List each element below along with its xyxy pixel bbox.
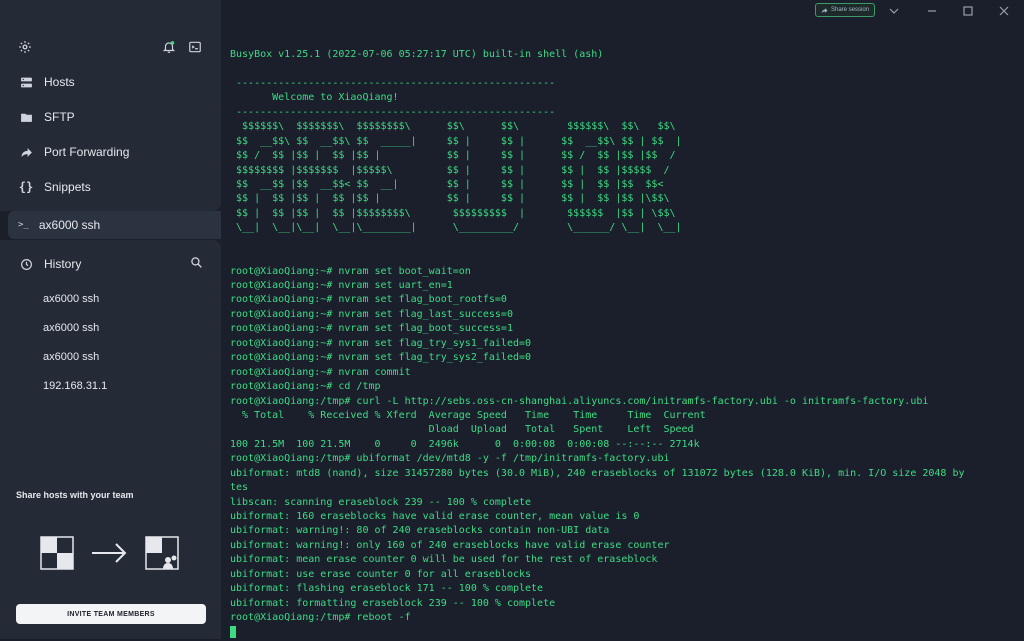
terminal-line: root@XiaoQiang:~# nvram set flag_last_su…	[230, 308, 513, 320]
terminal-line: tes	[230, 482, 249, 494]
terminal-line: root@XiaoQiang:~# nvram set flag_try_sys…	[230, 337, 532, 349]
share-session-label: Share session	[830, 7, 870, 13]
maximize-icon[interactable]	[962, 4, 974, 16]
terminal-line: 100 21.5M 100 21.5M 0 0 2496k 0 0:00:08 …	[230, 438, 700, 450]
sidebar-item-hosts[interactable]: Hosts	[0, 65, 221, 99]
terminal-line: root@XiaoQiang:~# nvram commit	[230, 366, 411, 378]
terminal-line: ubiformat: 160 eraseblocks have valid er…	[230, 511, 640, 522]
terminal-line: $$ | $$ |$$ | $$ |$$ | $$ | $$ | $$ | $$…	[230, 193, 670, 205]
arrow-right-icon	[92, 543, 127, 563]
hosts-icon	[18, 74, 34, 90]
sidebar-item-label: SFTP	[44, 110, 75, 124]
minimize-icon[interactable]	[926, 4, 938, 16]
terminal-line: root@XiaoQiang:~# nvram set uart_en=1	[230, 280, 453, 291]
terminal-line: % Total % Received % Xferd Average Speed…	[230, 409, 706, 421]
terminal-line: Welcome to XiaoQiang!	[230, 92, 399, 104]
terminal-line: root@XiaoQiang:~# nvram set flag_try_sys…	[230, 352, 532, 364]
terminal-line: root@XiaoQiang:/tmp# ubiformat /dev/mtd8…	[230, 453, 670, 465]
terminal-line: ubiformat: formatting eraseblock 239 -- …	[230, 597, 556, 609]
terminal-line: ----------------------------------------…	[230, 77, 556, 89]
terminal-line: root@XiaoQiang:~# nvram set boot_wait=on	[230, 265, 471, 277]
terminal-line: libscan: scanning eraseblock 239 -- 100 …	[230, 496, 532, 508]
history-panel: History ax6000 ssh ax6000 ssh ax6000 ssh…	[0, 240, 221, 639]
share-session-button[interactable]: Share session	[815, 3, 875, 17]
terminal-line: ubiformat: warning!: 80 of 240 erasebloc…	[230, 525, 610, 537]
forward-icon	[18, 144, 34, 160]
search-icon[interactable]	[190, 256, 203, 272]
history-header: History	[0, 254, 221, 274]
history-item[interactable]: ax6000 ssh	[43, 322, 99, 334]
history-title: History	[44, 257, 82, 271]
folder-icon	[18, 109, 34, 125]
history-icon	[18, 256, 34, 272]
grid-icon	[40, 536, 74, 570]
sidebar-item-label: Port Forwarding	[44, 145, 130, 159]
sidebar: Hosts SFTP Port Forwarding {} Snippets >…	[0, 0, 221, 639]
terminal-icon[interactable]	[188, 40, 206, 58]
terminal-line: ubiformat: mtd8 (nand), size 31457280 by…	[230, 467, 965, 479]
terminal-line: BusyBox v1.25.1 (2022-07-06 05:27:17 UTC…	[230, 49, 604, 60]
terminal-line: $$ __$$\ $$ __$$\ $$ _____| $$ | $$ | $$…	[230, 135, 682, 147]
sidebar-item-label: Snippets	[44, 180, 91, 194]
terminal-scrollbar[interactable]	[1020, 20, 1024, 639]
terminal-line: $$ __$$ |$$ __$$< $$ __| $$ | $$ | $$ | …	[230, 178, 664, 190]
sidebar-item-label: Hosts	[44, 75, 75, 89]
terminal-line: $$$$$$\ $$$$$$$\ $$$$$$$$\ $$\ $$\ $$$$$…	[230, 121, 676, 133]
active-session-label: ax6000 ssh	[38, 218, 101, 232]
terminal-line: Dload Upload Total Spent Left Speed	[230, 424, 694, 436]
share-hosts-title: Share hosts with your team	[16, 490, 134, 500]
terminal-pane[interactable]: Share session BusyBox v1.25.1 (2022-07-0…	[221, 0, 1024, 639]
terminal-output[interactable]: BusyBox v1.25.1 (2022-07-06 05:27:17 UTC…	[230, 48, 965, 641]
sidebar-nav-panel: Hosts SFTP Port Forwarding {} Snippets	[0, 0, 221, 211]
terminal-line: \__| \__|\__| \__|\________| \_________/…	[230, 222, 682, 234]
terminal-line: ubiformat: use erase counter 0 for all e…	[230, 568, 532, 580]
terminal-line: root@XiaoQiang:~# nvram set flag_boot_su…	[230, 323, 513, 335]
title-bar: Share session	[221, 0, 1024, 20]
terminal-line: ubiformat: flashing eraseblock 171 -- 10…	[230, 583, 544, 595]
terminal-line: ----------------------------------------…	[230, 106, 556, 118]
close-icon[interactable]	[998, 4, 1010, 16]
history-item[interactable]: ax6000 ssh	[43, 351, 99, 363]
history-item[interactable]: 192.168.31.1	[43, 380, 107, 392]
terminal-line: root@XiaoQiang:~# cd /tmp	[230, 381, 381, 393]
sidebar-item-port-forwarding[interactable]: Port Forwarding	[0, 135, 221, 169]
braces-icon: {}	[18, 180, 34, 194]
chevron-down-icon[interactable]	[888, 4, 900, 16]
terminal-line: root@XiaoQiang:~# nvram set flag_boot_ro…	[230, 294, 507, 306]
share-illustration	[40, 536, 180, 572]
terminal-line: root@XiaoQiang:/tmp# curl -L http://sebs…	[230, 395, 929, 407]
terminal-line: $$$$$$$$ |$$$$$$$ |$$$$$\ $$ | $$ | $$ |…	[230, 164, 670, 176]
terminal-line: ubiformat: warning!: only 160 of 240 era…	[230, 539, 670, 551]
gear-icon[interactable]	[18, 40, 36, 58]
sidebar-item-snippets[interactable]: {} Snippets	[0, 170, 221, 204]
share-icon	[821, 7, 828, 13]
terminal-cursor	[230, 625, 236, 638]
sidebar-toolbar	[18, 40, 203, 60]
sidebar-item-active-session[interactable]: >_ ax6000 ssh	[8, 211, 221, 239]
history-item[interactable]: ax6000 ssh	[43, 293, 99, 305]
bell-icon[interactable]	[162, 40, 180, 58]
terminal-line: ubiformat: mean erase counter 0 will be …	[230, 554, 658, 566]
sidebar-item-sftp[interactable]: SFTP	[0, 100, 221, 134]
prompt-icon: >_	[18, 220, 29, 230]
invite-team-members-button[interactable]: INVITE TEAM MEMBERS	[16, 604, 206, 624]
terminal-line: $$ | $$ |$$ | $$ |$$$$$$$$\ $$$$$$$$$ | …	[230, 207, 676, 219]
terminal-line: root@XiaoQiang:/tmp# reboot -f	[230, 612, 411, 624]
team-grid-icon	[145, 536, 179, 570]
terminal-line: $$ / $$ |$$ | $$ |$$ | $$ | $$ | $$ / $$…	[230, 150, 676, 162]
